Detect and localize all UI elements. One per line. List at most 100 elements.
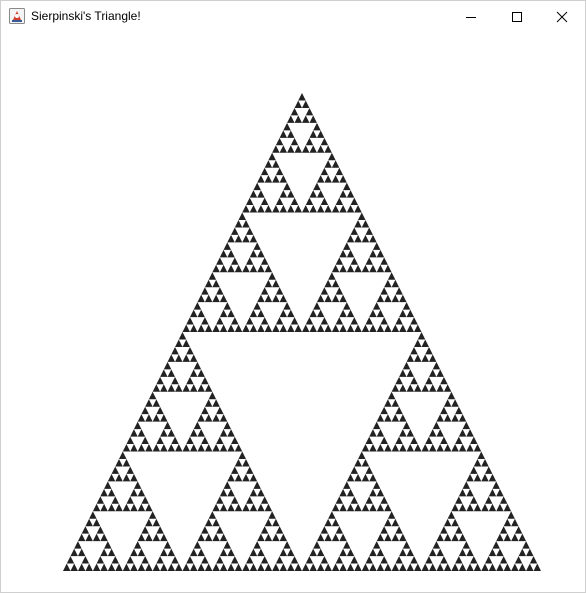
fractal-triangle xyxy=(335,556,344,564)
fractal-triangle xyxy=(175,339,183,347)
fractal-triangle xyxy=(130,429,138,437)
fractal-triangle xyxy=(216,287,224,295)
fractal-triangle xyxy=(122,473,131,482)
fractal-triangle xyxy=(145,414,153,422)
fractal-triangle xyxy=(167,429,176,437)
fractal-triangle xyxy=(145,503,153,512)
fractal-triangle xyxy=(212,503,220,512)
fractal-triangle xyxy=(279,205,288,213)
fractal-triangle xyxy=(234,234,243,243)
fractal-triangle xyxy=(107,563,116,571)
fractal-triangle xyxy=(115,563,123,571)
fractal-triangle xyxy=(234,264,243,273)
fractal-triangle xyxy=(309,190,317,198)
java-duke-icon[interactable] xyxy=(9,8,25,24)
fractal-triangle xyxy=(387,272,396,280)
minimize-button[interactable] xyxy=(448,1,494,32)
minimize-icon xyxy=(465,11,477,23)
fractal-triangle xyxy=(313,182,321,191)
fractal-triangle xyxy=(324,563,332,571)
fractal-triangle xyxy=(197,294,205,303)
fractal-triangle xyxy=(260,287,269,295)
fractal-triangle xyxy=(231,227,239,235)
fractal-triangle xyxy=(421,384,429,392)
fractal-triangle xyxy=(350,257,359,265)
fractal-triangle xyxy=(436,384,444,392)
close-button[interactable] xyxy=(539,1,585,32)
fractal-triangle xyxy=(287,205,295,213)
fractal-triangle xyxy=(227,429,235,437)
fractal-triangle xyxy=(223,421,232,430)
fractal-triangle xyxy=(361,234,370,243)
fractal-triangle xyxy=(384,563,392,571)
title-bar[interactable]: Sierpinski's Triangle! xyxy=(1,1,585,32)
fractal-triangle xyxy=(358,212,366,220)
fractal-triangle xyxy=(458,488,467,497)
fractal-triangle xyxy=(320,556,329,564)
fractal-triangle xyxy=(92,518,101,527)
fractal-triangle xyxy=(70,563,78,571)
fractal-triangle xyxy=(361,563,370,571)
fractal-triangle xyxy=(264,503,273,512)
fractal-triangle xyxy=(473,563,482,571)
fractal-triangle xyxy=(331,205,340,213)
fractal-triangle xyxy=(324,145,332,153)
fractal-triangle xyxy=(358,451,366,459)
fractal-triangle xyxy=(488,488,497,497)
fractal-triangle xyxy=(201,376,209,385)
fractal-triangle xyxy=(272,518,280,527)
fractal-triangle xyxy=(141,436,149,445)
fractal-triangle xyxy=(167,563,176,571)
fractal-triangle xyxy=(257,264,265,273)
fractal-triangle xyxy=(272,294,280,303)
fractal-triangle xyxy=(167,444,176,452)
fractal-triangle xyxy=(406,324,415,332)
fractal-triangle xyxy=(406,429,415,437)
fractal-triangle xyxy=(219,429,228,437)
fractal-triangle xyxy=(212,518,220,527)
fractal-triangle xyxy=(257,533,265,542)
fractal-triangle xyxy=(216,556,224,564)
fractal-triangle xyxy=(343,481,351,489)
fractal-triangle xyxy=(219,309,228,318)
fractal-triangle xyxy=(346,234,355,243)
fractal-triangle xyxy=(219,563,228,571)
fractal-triangle xyxy=(443,414,452,422)
fractal-triangle xyxy=(171,436,179,445)
fractal-triangle xyxy=(316,324,325,332)
fractal-triangle xyxy=(294,324,302,332)
fractal-triangle xyxy=(376,309,385,318)
maximize-button[interactable] xyxy=(494,1,540,32)
fractal-triangle xyxy=(361,473,370,482)
fractal-triangle xyxy=(376,533,385,542)
fractal-triangle xyxy=(212,399,220,407)
fractal-triangle xyxy=(402,361,411,370)
fractal-triangle xyxy=(85,533,93,542)
fractal-triangle xyxy=(287,190,295,198)
fractal-triangle xyxy=(160,444,168,452)
fractal-triangle xyxy=(122,444,131,452)
fractal-triangle xyxy=(324,294,332,303)
fractal-triangle xyxy=(466,548,474,557)
fractal-triangle xyxy=(242,234,250,243)
fractal-triangle xyxy=(399,563,407,571)
fractal-triangle xyxy=(481,458,489,467)
fractal-triangle xyxy=(473,444,482,452)
fractal-triangle xyxy=(432,421,441,430)
fractal-triangle xyxy=(231,436,239,445)
fractal-triangle xyxy=(245,556,254,564)
fractal-triangle xyxy=(369,473,377,482)
fractal-triangle xyxy=(290,137,299,146)
fractal-triangle xyxy=(257,249,265,258)
fractal-triangle xyxy=(305,107,314,116)
fractal-triangle xyxy=(204,518,213,527)
fractal-triangle xyxy=(354,234,362,243)
fractal-triangle xyxy=(384,444,392,452)
fractal-triangle xyxy=(324,533,332,542)
fractal-triangle xyxy=(343,182,351,191)
fractal-triangle xyxy=(287,563,295,571)
fractal-triangle xyxy=(331,175,340,183)
fractal-triangle xyxy=(130,503,138,512)
fractal-triangle xyxy=(275,197,284,206)
fractal-triangle xyxy=(122,563,131,571)
